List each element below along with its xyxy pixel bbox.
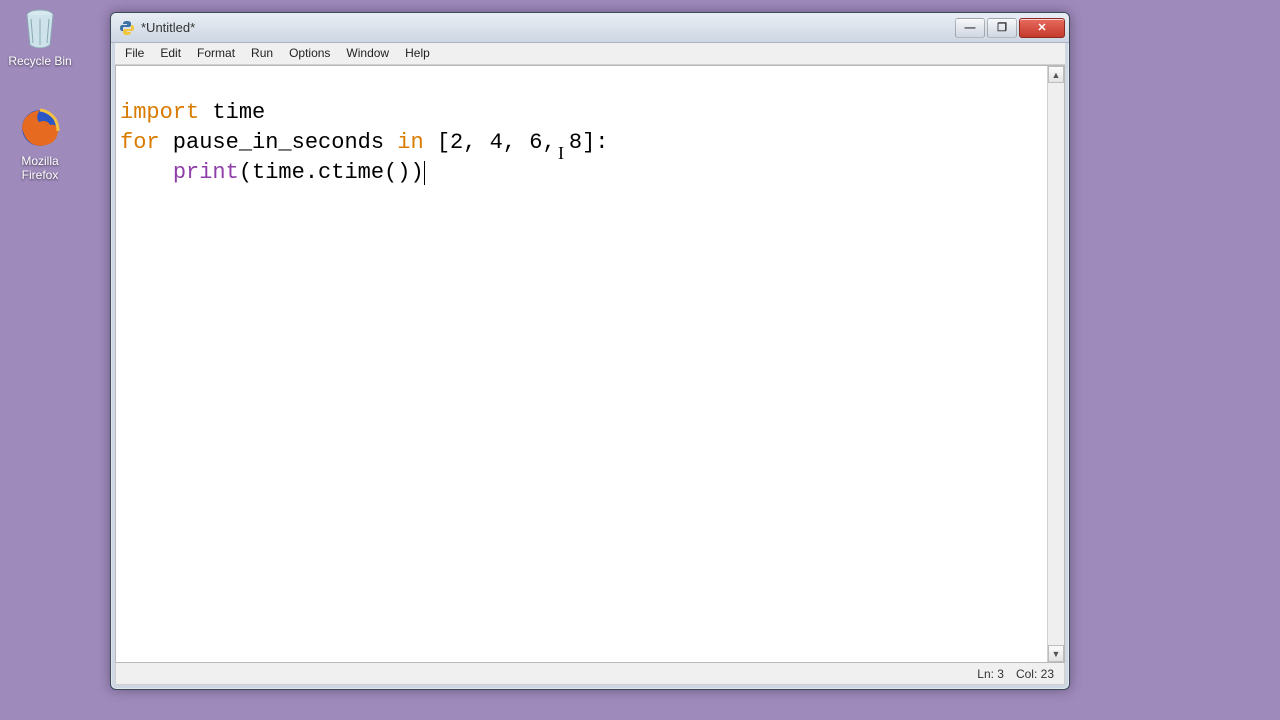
code-text: (time.ctime()) xyxy=(239,160,424,185)
menu-format[interactable]: Format xyxy=(189,43,243,64)
idle-window: *Untitled* — ❐ ✕ File Edit Format Run Op… xyxy=(110,12,1070,690)
status-col: Col: 23 xyxy=(1016,667,1054,681)
titlebar[interactable]: *Untitled* — ❐ ✕ xyxy=(111,13,1069,43)
menu-options[interactable]: Options xyxy=(281,43,338,64)
maximize-icon: ❐ xyxy=(997,21,1007,34)
scrollbar-track[interactable] xyxy=(1048,83,1064,645)
vertical-scrollbar[interactable]: ▲ ▼ xyxy=(1047,66,1064,662)
status-line: Ln: 3 xyxy=(977,667,1004,681)
code-keyword: import xyxy=(120,100,199,125)
code-keyword: for xyxy=(120,130,160,155)
desktop-icon-firefox[interactable]: Mozilla Firefox xyxy=(4,104,76,182)
window-title: *Untitled* xyxy=(141,20,955,35)
scroll-up-button[interactable]: ▲ xyxy=(1048,66,1064,83)
code-indent xyxy=(120,160,173,185)
desktop-icon-label: Mozilla Firefox xyxy=(4,154,76,182)
code-text: [2, 4, 6, 8]: xyxy=(424,130,609,155)
minimize-button[interactable]: — xyxy=(955,18,985,38)
recycle-bin-icon xyxy=(16,4,64,52)
code-editor[interactable]: import time for pause_in_seconds in [2, … xyxy=(116,66,1047,662)
menubar: File Edit Format Run Options Window Help xyxy=(115,43,1065,65)
menu-edit[interactable]: Edit xyxy=(152,43,189,64)
minimize-icon: — xyxy=(965,22,976,34)
menu-run[interactable]: Run xyxy=(243,43,281,64)
desktop-icon-recycle-bin[interactable]: Recycle Bin xyxy=(4,4,76,68)
status-bar: Ln: 3 Col: 23 xyxy=(115,663,1065,685)
code-keyword: in xyxy=(397,130,423,155)
code-text: time xyxy=(199,100,265,125)
chevron-up-icon: ▲ xyxy=(1052,70,1061,80)
firefox-icon xyxy=(16,104,64,152)
code-text: pause_in_seconds xyxy=(160,130,398,155)
menu-help[interactable]: Help xyxy=(397,43,438,64)
desktop-icon-label: Recycle Bin xyxy=(4,54,76,68)
menu-window[interactable]: Window xyxy=(338,43,397,64)
text-caret xyxy=(424,161,425,185)
chevron-down-icon: ▼ xyxy=(1052,649,1061,659)
python-icon xyxy=(119,20,135,36)
scroll-down-button[interactable]: ▼ xyxy=(1048,645,1064,662)
menu-file[interactable]: File xyxy=(117,43,152,64)
close-button[interactable]: ✕ xyxy=(1019,18,1065,38)
code-builtin: print xyxy=(173,160,239,185)
close-icon: ✕ xyxy=(1037,21,1046,34)
maximize-button[interactable]: ❐ xyxy=(987,18,1017,38)
